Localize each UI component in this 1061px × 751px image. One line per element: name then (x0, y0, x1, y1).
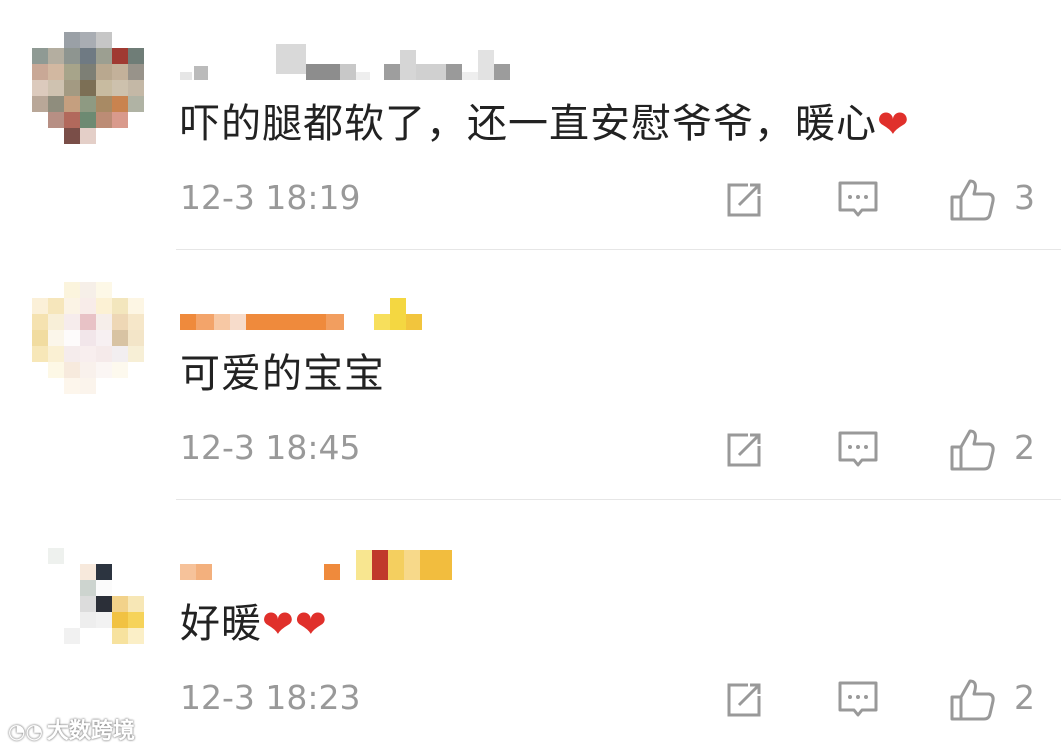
comment-text: 吓的腿都软了，还一直安慰爷爷，暖心❤ (180, 98, 910, 150)
like-count: 2 (1014, 428, 1035, 467)
avatar[interactable] (32, 532, 144, 644)
watermark-text: 大数跨境 (46, 719, 135, 744)
comment-item: 可爱的宝宝 12-3 18:45 2 (0, 250, 1061, 500)
comment-timestamp: 12-3 18:19 (180, 178, 361, 217)
share-icon (727, 683, 761, 717)
username-obscured[interactable] (180, 294, 560, 330)
comment-text-body: 可爱的宝宝 (180, 351, 385, 397)
like-button[interactable] (948, 178, 995, 222)
reply-button[interactable] (836, 678, 880, 722)
comment-text: 可爱的宝宝 (180, 348, 385, 400)
comment-item: 好暖❤❤ 12-3 18:23 2 (0, 500, 1061, 750)
like-count: 3 (1014, 178, 1035, 217)
username-obscured[interactable] (180, 544, 560, 580)
like-button[interactable] (948, 678, 995, 722)
heart-emoji: ❤ (877, 102, 910, 146)
like-count: 2 (1014, 678, 1035, 717)
comment-timestamp: 12-3 18:45 (180, 428, 361, 467)
username-obscured[interactable] (180, 44, 560, 80)
reply-button[interactable] (836, 178, 880, 222)
like-button[interactable] (948, 428, 995, 472)
share-icon (727, 183, 761, 217)
share-button[interactable] (722, 428, 766, 472)
thumbs-up-icon (950, 679, 995, 721)
comment-item: 吓的腿都软了，还一直安慰爷爷，暖心❤ 12-3 18:19 3 (0, 0, 1061, 250)
share-button[interactable] (722, 178, 766, 222)
reply-button[interactable] (836, 428, 880, 472)
reply-icon (838, 181, 878, 217)
heart-emoji: ❤❤ (262, 602, 328, 646)
thumbs-up-icon (950, 429, 995, 471)
weibo-logo-icon: ◔◔ (8, 719, 43, 743)
share-icon (727, 433, 761, 467)
avatar[interactable] (32, 282, 144, 394)
comment-timestamp: 12-3 18:23 (180, 678, 361, 717)
comment-text-body: 好暖 (180, 601, 262, 647)
reply-icon (838, 431, 878, 467)
reply-icon (838, 681, 878, 717)
comment-text-body: 吓的腿都软了，还一直安慰爷爷，暖心 (180, 101, 877, 147)
comment-text: 好暖❤❤ (180, 598, 328, 650)
avatar[interactable] (32, 32, 144, 144)
watermark: ◔◔ 大数跨境 (8, 716, 135, 747)
share-button[interactable] (722, 678, 766, 722)
thumbs-up-icon (950, 179, 995, 221)
